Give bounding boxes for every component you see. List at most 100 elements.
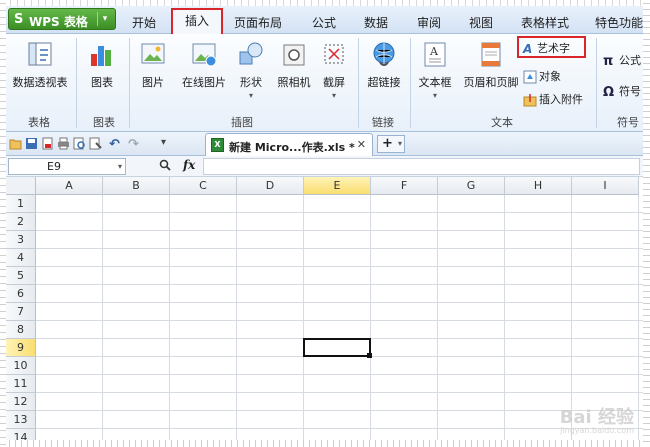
group-label-table: 表格 — [28, 116, 50, 129]
row-header-4[interactable]: 4 — [6, 249, 36, 267]
formula-button[interactable]: π 公式 — [603, 52, 641, 69]
quick-access-toolbar: ↶ ↷ ▾ X 新建 Micro...作表.xls * ✕ + ▾ — [6, 132, 643, 156]
row-header-1[interactable]: 1 — [6, 195, 36, 213]
pivot-table-button[interactable]: 数据透视表 — [8, 40, 72, 90]
wordart-label: 艺术字 — [537, 42, 570, 55]
bar-chart-icon — [88, 40, 116, 68]
menu-insert[interactable]: 插入 — [171, 8, 223, 35]
svg-text:A: A — [429, 45, 439, 58]
wps-app-button[interactable]: S WPS 表格 ▾ — [8, 8, 116, 30]
gridline-horizontal — [36, 248, 643, 249]
name-box[interactable]: E9 ▾ — [8, 158, 126, 175]
menu-special[interactable]: 特色功能 — [595, 14, 643, 31]
hyperlink-button[interactable]: 超链接 — [363, 40, 405, 90]
row-header-13[interactable]: 13 — [6, 411, 36, 429]
gridline-vertical — [303, 195, 304, 441]
export-pdf-icon[interactable] — [41, 137, 54, 150]
object-button[interactable]: 对象 — [523, 68, 561, 84]
spreadsheet-grid[interactable]: A B C D E F G H I 1 2 3 4 5 6 7 8 9 10 11 12 13 14 — [6, 177, 643, 441]
xls-file-icon: X — [211, 138, 224, 152]
group-divider — [76, 38, 77, 128]
shapes-icon — [237, 40, 265, 68]
camera-button[interactable]: 照相机 — [274, 40, 314, 90]
chart-button[interactable]: 图表 — [82, 40, 122, 90]
row-header-7[interactable]: 7 — [6, 303, 36, 321]
column-header-h[interactable]: H — [505, 177, 572, 195]
column-header-g[interactable]: G — [438, 177, 505, 195]
select-all-corner[interactable] — [6, 177, 36, 195]
insert-function-icon[interactable]: fx — [183, 158, 195, 172]
new-tab-button[interactable]: + ▾ — [377, 135, 405, 153]
row-header-5[interactable]: 5 — [6, 267, 36, 285]
group-divider — [596, 38, 597, 128]
picture-button[interactable]: 图片 — [136, 40, 170, 90]
document-tab[interactable]: X 新建 Micro...作表.xls * ✕ — [205, 133, 373, 156]
shapes-button[interactable]: 形状 ▾ — [237, 40, 265, 100]
menu-home[interactable]: 开始 — [132, 14, 156, 31]
row-header-11[interactable]: 11 — [6, 375, 36, 393]
chevron-down-icon[interactable]: ▾ — [97, 12, 112, 26]
document-tab-title: 新建 Micro...作表.xls * — [229, 141, 355, 154]
textbox-button[interactable]: A 文本框 ▾ — [415, 40, 455, 100]
undo-icon[interactable]: ↶ — [109, 137, 122, 152]
header-footer-button[interactable]: 页眉和页脚 — [459, 40, 523, 90]
screenshot-icon — [320, 40, 348, 68]
column-header-e[interactable]: E — [304, 177, 371, 195]
open-folder-icon[interactable] — [9, 137, 22, 150]
group-label-illustration: 插图 — [231, 116, 253, 129]
menu-data[interactable]: 数据 — [364, 14, 388, 31]
camera-label: 照相机 — [277, 76, 311, 89]
group-divider — [410, 38, 411, 128]
active-cell[interactable] — [303, 338, 372, 358]
save-icon[interactable] — [25, 137, 38, 150]
column-header-d[interactable]: D — [237, 177, 304, 195]
column-header-f[interactable]: F — [371, 177, 438, 195]
chevron-down-icon: ▾ — [432, 91, 437, 100]
print-icon[interactable] — [57, 137, 70, 150]
row-header-6[interactable]: 6 — [6, 285, 36, 303]
chevron-down-icon[interactable]: ▾ — [118, 159, 122, 174]
menu-table-style[interactable]: 表格样式 — [521, 14, 569, 31]
format-painter-icon[interactable] — [89, 137, 102, 150]
gridline-horizontal — [36, 320, 643, 321]
group-divider — [358, 38, 359, 128]
textbox-icon: A — [421, 40, 449, 68]
row-header-14[interactable]: 14 — [6, 429, 36, 441]
menu-view[interactable]: 视图 — [469, 14, 493, 31]
redo-icon[interactable]: ↷ — [128, 137, 141, 152]
column-header-b[interactable]: B — [103, 177, 170, 195]
gridline-vertical — [504, 195, 505, 441]
gridline-horizontal — [36, 410, 643, 411]
wordart-button[interactable]: A 艺术字 — [523, 40, 570, 56]
row-header-12[interactable]: 12 — [6, 393, 36, 411]
zoom-formula-icon[interactable] — [159, 159, 171, 174]
screenshot-button[interactable]: 截屏 ▾ — [320, 40, 348, 100]
menu-page-layout[interactable]: 页面布局 — [234, 14, 282, 31]
gridline-vertical — [437, 195, 438, 441]
formula-input[interactable] — [203, 158, 640, 175]
shapes-label: 形状 — [240, 76, 262, 89]
row-header-9[interactable]: 9 — [6, 339, 36, 357]
row-header-8[interactable]: 8 — [6, 321, 36, 339]
insert-attachment-label: 插入附件 — [539, 93, 583, 106]
row-header-2[interactable]: 2 — [6, 213, 36, 231]
column-header-c[interactable]: C — [170, 177, 237, 195]
column-header-a[interactable]: A — [36, 177, 103, 195]
menu-review[interactable]: 审阅 — [417, 14, 441, 31]
print-preview-icon[interactable] — [73, 137, 86, 150]
chevron-down-icon: ▾ — [248, 91, 253, 100]
row-header-10[interactable]: 10 — [6, 357, 36, 375]
fill-handle[interactable] — [367, 353, 372, 358]
textbox-label: 文本框 — [418, 76, 452, 89]
chevron-down-icon[interactable]: ▾ — [398, 136, 402, 152]
online-picture-button[interactable]: 在线图片 — [176, 40, 232, 90]
close-icon[interactable]: ✕ — [357, 138, 366, 151]
symbol-button[interactable]: Ω 符号 — [603, 83, 641, 100]
customize-toolbar-icon[interactable]: ▾ — [161, 137, 174, 150]
row-header-3[interactable]: 3 — [6, 231, 36, 249]
column-header-i[interactable]: I — [572, 177, 639, 195]
wordart-icon: A — [523, 42, 533, 56]
menu-formulas[interactable]: 公式 — [312, 14, 336, 31]
gridline-vertical — [102, 195, 103, 441]
insert-attachment-button[interactable]: 插入附件 — [523, 91, 583, 107]
